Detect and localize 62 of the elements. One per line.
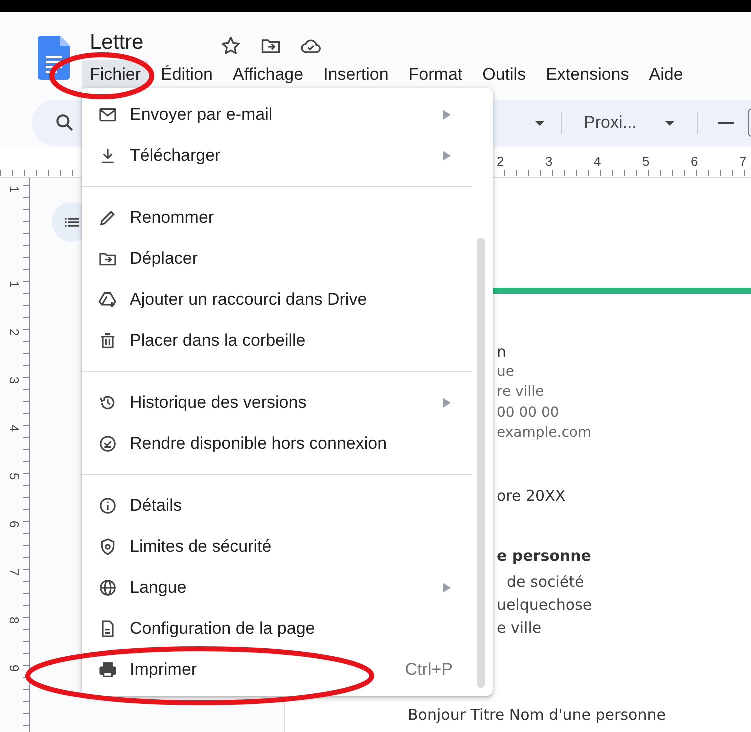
document-text: Bonjour Titre Nom d'une personne — [408, 705, 667, 726]
shortcut-icon — [98, 290, 118, 310]
ruler-number: 6 — [7, 520, 22, 528]
globe-icon — [98, 578, 118, 598]
menu-item[interactable]: Télécharger — [82, 135, 493, 176]
menu-bar-item[interactable]: Outils — [474, 60, 534, 90]
menu-item[interactable]: Rendre disponible hors connexion — [82, 423, 493, 464]
list-icon — [65, 216, 79, 228]
document-text: de société — [507, 572, 586, 594]
ruler-number: 4 — [7, 424, 22, 432]
menu-bar-item[interactable]: Édition — [153, 60, 221, 90]
menu-bar-item[interactable]: Aide — [641, 60, 692, 90]
ruler-number: 5 — [7, 472, 22, 480]
menu-item[interactable]: Historique des versions — [82, 382, 493, 423]
ruler-number: 7 — [7, 568, 22, 576]
menu-item[interactable]: Limites de sécurité — [82, 526, 493, 567]
document-text: ore 20XX — [497, 486, 567, 508]
minus-icon[interactable] — [718, 122, 734, 124]
menu-item[interactable]: Imprimer Ctrl+P — [82, 649, 493, 690]
ruler-number: 3 — [546, 153, 554, 169]
document-text: e ville — [497, 618, 543, 640]
caret-icon — [664, 120, 675, 126]
document-text: ue — [497, 363, 516, 382]
menu-bar-item[interactable]: Format — [400, 60, 471, 90]
search-icon[interactable] — [54, 112, 76, 134]
ruler-number: 7 — [740, 153, 748, 169]
document-text: 00 00 00 — [497, 404, 560, 423]
document-text: e personne — [497, 546, 592, 568]
document-text: example.com — [497, 424, 593, 443]
document-text: n — [497, 342, 508, 362]
menu-item[interactable]: Ajouter un raccourci dans Drive — [82, 279, 493, 320]
ruler-number: 1 — [7, 280, 22, 288]
menu-bar-item[interactable]: Insertion — [316, 60, 397, 90]
font-dropdown[interactable]: Proxi... — [578, 113, 681, 133]
menu-item[interactable]: Détails — [82, 485, 493, 526]
star-icon[interactable] — [220, 35, 242, 57]
document-text: re ville — [497, 383, 546, 402]
ruler-number: 3 — [7, 376, 22, 384]
document-text: uelquechose — [497, 595, 594, 616]
ruler-number: 2 — [7, 328, 22, 336]
offline-icon — [98, 434, 118, 454]
menu-bar-item[interactable]: Affichage — [225, 60, 312, 90]
menu-bar-item[interactable]: Extensions — [538, 60, 638, 90]
ruler-number: 2 — [497, 153, 506, 169]
scrollbar[interactable] — [477, 238, 485, 688]
printer-icon — [98, 660, 118, 680]
menu-item[interactable]: Placer dans la corbeille — [82, 320, 493, 361]
info-icon — [98, 496, 118, 516]
shortcut-text: Ctrl+P — [405, 660, 453, 680]
ruler-number: 4 — [594, 153, 602, 169]
ruler-number: 5 — [642, 153, 651, 169]
ruler-number: 6 — [691, 153, 700, 169]
menu-item[interactable]: Renommer — [82, 197, 493, 238]
ruler-number: 9 — [7, 664, 22, 672]
caret-icon[interactable] — [535, 120, 545, 126]
ruler-number: 8 — [7, 616, 22, 624]
menu-item[interactable]: Configuration de la page — [82, 608, 493, 649]
ruler-number: 1 — [7, 185, 22, 193]
menu-item[interactable]: Langue — [82, 567, 493, 608]
document-title[interactable]: Lettre — [82, 34, 144, 52]
menu-item[interactable]: Déplacer — [82, 238, 493, 279]
menu-item[interactable]: Envoyer par e-mail — [82, 94, 493, 135]
